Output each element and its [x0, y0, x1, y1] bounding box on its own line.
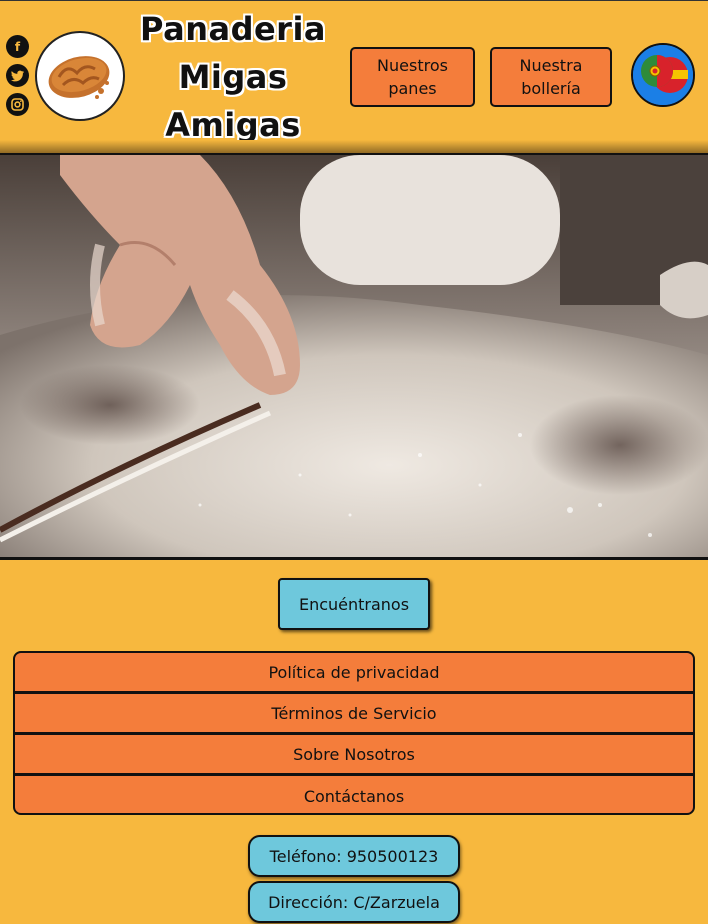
nav-label: Nuestros: [377, 56, 448, 75]
twitter-icon[interactable]: [6, 64, 29, 87]
instagram-icon[interactable]: [6, 93, 29, 116]
site-header: f Panaderia Migas Amigas Nuestros panes: [0, 0, 708, 152]
bread-logo-icon: [48, 56, 110, 99]
link-privacy-policy[interactable]: Política de privacidad: [15, 653, 693, 694]
nav-nuestra-bolleria-button[interactable]: Nuestra bollería: [490, 47, 612, 107]
link-contact[interactable]: Contáctanos: [15, 776, 693, 813]
nav-label: bollería: [521, 79, 581, 98]
flags-portugal-spain-icon: [633, 45, 693, 105]
find-us-button[interactable]: Encuéntranos: [278, 578, 430, 630]
hero-image: [0, 153, 708, 560]
link-terms-of-service[interactable]: Términos de Servicio: [15, 694, 693, 735]
bakery-logo[interactable]: [35, 31, 125, 121]
hands-flour-dough-image: [0, 155, 708, 557]
phone-badge: Teléfono: 950500123: [248, 835, 460, 877]
nav-nuestros-panes-button[interactable]: Nuestros panes: [350, 47, 475, 107]
language-switcher[interactable]: [631, 43, 695, 107]
footer-links: Política de privacidad Términos de Servi…: [13, 651, 695, 815]
nav-label: panes: [388, 79, 437, 98]
link-about-us[interactable]: Sobre Nosotros: [15, 735, 693, 776]
address-badge: Dirección: C/Zarzuela: [248, 881, 460, 923]
site-title: Panaderia Migas Amigas: [140, 5, 326, 149]
title-line: Migas: [178, 58, 288, 96]
social-links: f: [6, 35, 30, 122]
title-line: Panaderia: [140, 10, 327, 48]
nav-label: Nuestra: [519, 56, 583, 75]
facebook-icon[interactable]: f: [6, 35, 29, 58]
